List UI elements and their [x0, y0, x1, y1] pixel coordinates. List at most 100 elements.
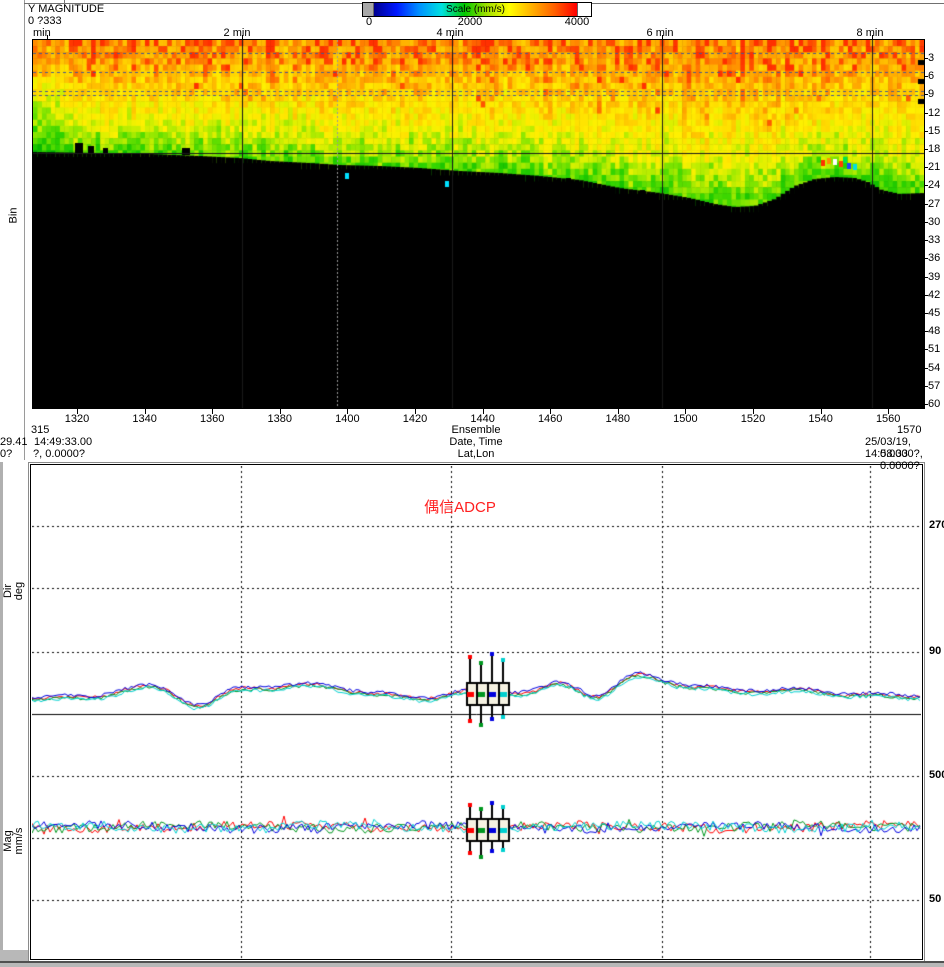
bin-tick-label: 39	[928, 272, 940, 283]
ensemble-tick-mark	[280, 409, 281, 414]
time-axis-label: 6 min	[640, 28, 680, 39]
bin-tick-label: 21	[928, 162, 940, 173]
ensemble-tick-label: 1500	[663, 414, 707, 425]
bin-tick-mark	[925, 349, 928, 350]
ensemble-tick-mark	[77, 409, 78, 414]
bin-tick-mark	[925, 185, 928, 186]
time-axis-label: min	[33, 28, 51, 39]
bin-tick-mark	[925, 240, 928, 241]
bin-tick-mark	[925, 277, 928, 278]
time-axis-tick	[47, 35, 48, 40]
footer-left-value: ?, 0.0000?	[33, 448, 85, 460]
time-axis-tick	[872, 35, 873, 40]
bin-tick-mark	[925, 204, 928, 205]
ensemble-tick-mark	[753, 409, 754, 414]
bin-tick-label: 33	[928, 235, 940, 246]
footer-right-value: 0.0000?, 0.0000?	[880, 448, 944, 472]
ensemble-tick-label: 1400	[325, 414, 369, 425]
dir-axis-title: Dir deg	[3, 571, 25, 611]
time-axis-tick	[452, 35, 453, 40]
time-axis-label: 2 min	[217, 28, 257, 39]
time-axis-label: 8 min	[850, 28, 890, 39]
footer-center-label: Ensemble	[416, 424, 536, 436]
page-title: Y MAGNITUDE	[28, 4, 104, 15]
velocity-heatmap-frame	[32, 39, 925, 409]
ensemble-tick-label: 1540	[799, 414, 843, 425]
bin-tick-mark	[925, 222, 928, 223]
ensemble-tick-mark	[212, 409, 213, 414]
bin-tick-label: 30	[928, 217, 940, 228]
bin-tick-mark	[925, 94, 928, 95]
profile-plots-canvas[interactable]	[32, 466, 921, 959]
left-pane-strip	[0, 462, 3, 967]
bin-tick-label: 12	[928, 108, 940, 119]
bin-tick-label: 9	[928, 89, 934, 100]
time-axis-tick	[242, 35, 243, 40]
footer-left-value: 315	[31, 424, 49, 436]
bin-tick-mark	[925, 368, 928, 369]
plot-right-tick-label: 270	[929, 520, 944, 531]
bin-tick-label: 51	[928, 344, 940, 355]
scale-gradient: Scale (mm/s)	[374, 3, 577, 16]
bin-tick-label: 48	[928, 326, 940, 337]
bin-tick-label: 24	[928, 180, 940, 191]
bin-tick-label: 54	[928, 363, 940, 374]
bin-tick-mark	[925, 258, 928, 259]
bin-tick-label: 27	[928, 199, 940, 210]
color-scale-bar[interactable]: Scale (mm/s)	[362, 2, 592, 17]
bin-tick-mark	[925, 113, 928, 114]
bin-tick-mark	[925, 149, 928, 150]
bin-tick-mark	[925, 331, 928, 332]
page-subtitle: 0 ?333	[28, 16, 62, 27]
mag-axis-line2: mm/s	[13, 828, 25, 855]
bin-tick-mark	[925, 167, 928, 168]
ensemble-tick-mark	[618, 409, 619, 414]
bin-tick-label: 15	[928, 126, 940, 137]
bin-tick-mark	[925, 313, 928, 314]
window-bottom-strip	[0, 963, 944, 967]
bin-tick-label: 3	[928, 53, 934, 64]
bin-tick-label: 18	[928, 144, 940, 155]
bin-tick-label: 45	[928, 308, 940, 319]
ensemble-tick-mark	[347, 409, 348, 414]
pane-divider-left	[24, 0, 25, 460]
footer-left-value: 14:49:33.00	[34, 436, 92, 448]
bin-tick-label: 42	[928, 290, 940, 301]
footer-center-label: Date, Time	[416, 436, 536, 448]
ensemble-tick-label: 1380	[258, 414, 302, 425]
mag-axis-title: Mag mm/s	[3, 819, 25, 863]
plot-right-tick-label: 500	[929, 770, 944, 781]
bin-tick-label: 6	[928, 71, 934, 82]
ensemble-tick-label: 1360	[190, 414, 234, 425]
plot-right-tick-label: 50	[929, 894, 941, 905]
scale-title: Scale (mm/s)	[374, 4, 577, 15]
ensemble-tick-mark	[821, 409, 822, 414]
bin-tick-mark	[925, 76, 928, 77]
velocity-heatmap-canvas[interactable]	[33, 40, 924, 408]
scale-tick-label: 4000	[557, 17, 597, 28]
bin-tick-mark	[925, 295, 928, 296]
ensemble-tick-mark	[483, 409, 484, 414]
ensemble-tick-mark	[145, 409, 146, 414]
bin-tick-label: 36	[928, 253, 940, 264]
ensemble-tick-mark	[550, 409, 551, 414]
adcp-application-window: Y MAGNITUDE 0 ?333 Scale (mm/s) Bin 偶信AD…	[0, 0, 944, 967]
ensemble-tick-label: 1340	[123, 414, 167, 425]
footer-left-clipped-value: 0?	[0, 448, 12, 460]
scale-tick-label: 0	[349, 17, 389, 28]
ensemble-tick-label: 1320	[55, 414, 99, 425]
scale-max-cell	[577, 3, 591, 16]
bin-tick-mark	[925, 404, 928, 405]
ensemble-tick-label: 1520	[731, 414, 775, 425]
footer-right-value: 1570	[897, 424, 921, 436]
time-axis-label: 4 min	[430, 28, 470, 39]
scale-undef-cell	[363, 3, 374, 16]
bin-tick-mark	[925, 386, 928, 387]
ensemble-tick-label: 1480	[596, 414, 640, 425]
bin-tick-mark	[925, 131, 928, 132]
footer-left-clipped-value: 29.41	[0, 436, 28, 448]
bin-axis-title: Bin	[9, 204, 20, 228]
footer-center-label: Lat,Lon	[416, 448, 536, 460]
plot-right-tick-label: 90	[929, 646, 941, 657]
bin-tick-mark	[925, 58, 928, 59]
